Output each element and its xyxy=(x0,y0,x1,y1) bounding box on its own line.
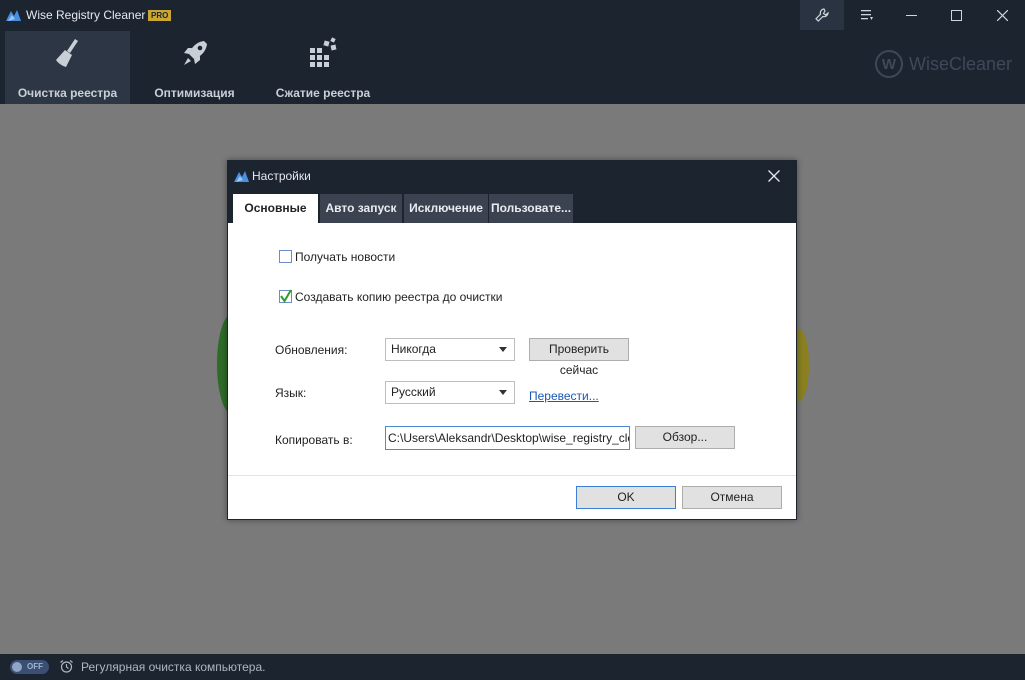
status-bar: OFF Регулярная очистка компьютера. xyxy=(0,654,1025,680)
app-logo-icon xyxy=(6,10,21,21)
wisecleaner-logo-icon: W xyxy=(875,50,903,78)
wisecleaner-logo: W WiseCleaner xyxy=(875,50,1012,78)
dropdown-arrow-icon xyxy=(499,390,507,395)
ok-button[interactable]: OK xyxy=(576,486,676,509)
blocks-icon xyxy=(310,37,337,67)
minimize-icon xyxy=(905,14,917,16)
brand-name: WiseCleaner xyxy=(909,53,1013,74)
tab-custom[interactable]: Пользовате... xyxy=(489,194,573,223)
backup-checkbox-label[interactable]: Создавать копию реестра до очистки xyxy=(295,290,502,304)
maximize-button[interactable] xyxy=(934,0,978,30)
dialog-header: Настройки Основные Авто запуск Исключени… xyxy=(228,161,796,223)
tab-registry-cleaner-label: Очистка реестра xyxy=(17,86,118,100)
tab-optimization-label: Оптимизация xyxy=(154,86,235,100)
backup-checkbox[interactable] xyxy=(279,289,292,303)
copy-to-label: Копировать в: xyxy=(275,433,353,447)
language-select[interactable]: Русский xyxy=(385,381,515,404)
dropdown-arrow-icon xyxy=(499,347,507,352)
alarm-clock-icon xyxy=(60,660,73,673)
tab-optimization[interactable]: Оптимизация xyxy=(132,31,257,104)
news-checkbox-label[interactable]: Получать новости xyxy=(295,250,395,264)
broom-icon xyxy=(55,39,78,67)
language-label: Язык: xyxy=(275,386,307,400)
tab-general[interactable]: Основные xyxy=(233,194,318,223)
close-window-button[interactable] xyxy=(979,0,1025,30)
checkmark-icon xyxy=(280,289,292,303)
close-icon xyxy=(768,170,780,182)
news-checkbox[interactable] xyxy=(279,250,292,263)
window-title: Wise Registry Cleaner X xyxy=(26,8,157,22)
dialog-logo-icon xyxy=(234,171,249,182)
pro-badge: PRO xyxy=(148,10,172,21)
toggle-label: OFF xyxy=(27,662,43,671)
tab-autostart[interactable]: Авто запуск xyxy=(320,194,402,223)
settings-dialog: Настройки Основные Авто запуск Исключени… xyxy=(227,160,797,520)
status-text: Регулярная очистка компьютера. xyxy=(81,660,266,674)
updates-select-value: Никогда xyxy=(391,342,436,356)
language-select-value: Русский xyxy=(391,385,436,399)
minimize-button[interactable] xyxy=(889,0,933,30)
tab-registry-cleaner[interactable]: Очистка реестра xyxy=(5,31,130,104)
updates-select[interactable]: Никогда xyxy=(385,338,515,361)
check-now-button[interactable]: Проверить сейчас xyxy=(529,338,629,377)
close-icon xyxy=(996,9,1008,21)
cancel-button[interactable]: Отмена xyxy=(682,486,782,509)
maximize-icon xyxy=(950,9,962,21)
backup-path-input[interactable]: C:\Users\Aleksandr\Desktop\wise_registry… xyxy=(385,426,630,450)
tab-registry-defrag[interactable]: Сжатие реестра xyxy=(258,31,388,104)
wrench-icon xyxy=(815,8,829,22)
tools-button[interactable] xyxy=(800,0,844,30)
tab-registry-defrag-label: Сжатие реестра xyxy=(275,86,371,100)
translate-link[interactable]: Перевести... xyxy=(529,389,599,403)
toggle-knob xyxy=(12,662,22,672)
updates-label: Обновления: xyxy=(275,343,348,357)
main-toolbar: Очистка реестра Оптимизация Сжатие реест… xyxy=(0,30,1025,104)
rocket-icon xyxy=(183,41,207,65)
scheduled-clean-toggle[interactable]: OFF xyxy=(10,660,49,674)
dialog-title: Настройки xyxy=(252,169,311,183)
browse-button[interactable]: Обзор... xyxy=(635,426,735,449)
menu-icon xyxy=(860,10,873,20)
title-bar: Wise Registry Cleaner X PRO xyxy=(0,0,1025,30)
dialog-close-button[interactable] xyxy=(762,164,786,188)
menu-button[interactable] xyxy=(845,0,889,30)
dialog-divider xyxy=(228,475,796,476)
tab-exclusions[interactable]: Исключение xyxy=(404,194,488,223)
